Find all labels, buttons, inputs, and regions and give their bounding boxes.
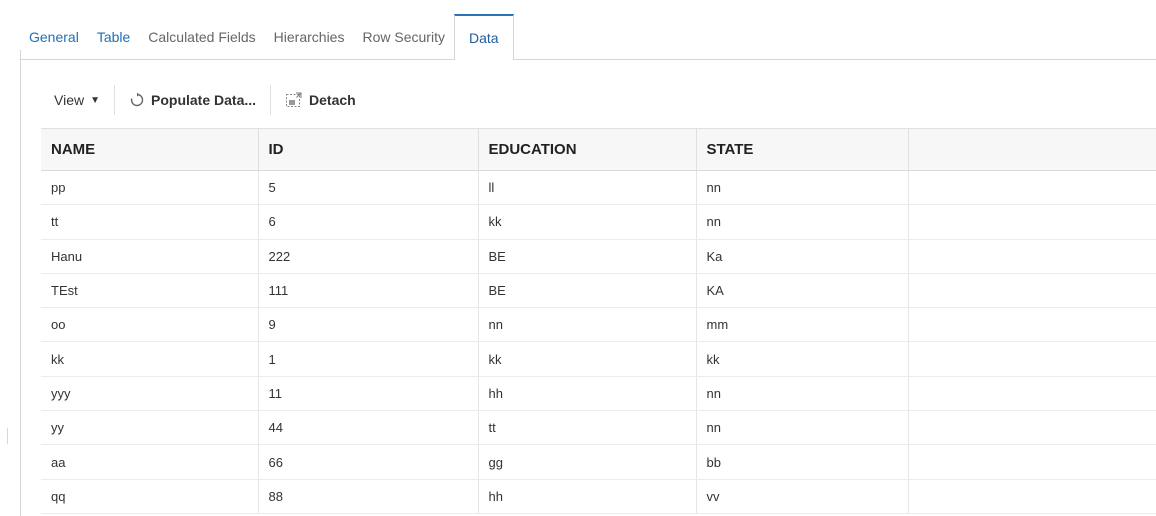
table-row[interactable]: yyy 11 hh nn bbox=[41, 376, 1156, 412]
cell-empty bbox=[908, 307, 1156, 343]
column-header-education[interactable]: EDUCATION bbox=[478, 128, 697, 171]
table-row[interactable]: tt 6 kk nn bbox=[41, 204, 1156, 240]
tab-hierarchies[interactable]: Hierarchies bbox=[265, 14, 354, 59]
column-header-state[interactable]: STATE bbox=[696, 128, 909, 171]
cell-education: nn bbox=[478, 307, 697, 343]
toolbar: View ▼ Populate Data... Detach bbox=[40, 74, 370, 126]
table-row[interactable]: pp 5 ll nn bbox=[41, 170, 1156, 206]
cell-name: oo bbox=[41, 307, 259, 343]
table-row[interactable]: oo 9 nn mm bbox=[41, 307, 1156, 343]
cell-name: pp bbox=[41, 170, 259, 206]
data-table: NAME ID EDUCATION STATE pp 5 ll nn tt 6 … bbox=[41, 128, 1156, 514]
cell-name: yy bbox=[41, 410, 259, 446]
tab-bar: General Table Calculated Fields Hierarch… bbox=[20, 14, 1156, 60]
table-row[interactable]: Hanu 222 BE Ka bbox=[41, 239, 1156, 274]
cell-id: 6 bbox=[258, 204, 479, 240]
cell-id: 88 bbox=[258, 479, 479, 514]
cell-name: TEst bbox=[41, 273, 259, 309]
cell-state: nn bbox=[696, 204, 909, 240]
cell-id: 1 bbox=[258, 341, 479, 377]
cell-education: BE bbox=[478, 239, 697, 274]
cell-education: tt bbox=[478, 410, 697, 446]
cell-education: BE bbox=[478, 273, 697, 309]
cell-state: bb bbox=[696, 444, 909, 480]
cell-id: 5 bbox=[258, 170, 479, 206]
column-header-empty bbox=[908, 128, 1156, 171]
tab-calculated-fields[interactable]: Calculated Fields bbox=[139, 14, 264, 59]
cell-id: 11 bbox=[258, 376, 479, 412]
cell-name: tt bbox=[41, 204, 259, 240]
cell-name: Hanu bbox=[41, 239, 259, 274]
cell-empty bbox=[908, 376, 1156, 412]
column-header-name[interactable]: NAME bbox=[41, 128, 259, 171]
cell-name: yyy bbox=[41, 376, 259, 412]
detach-icon bbox=[285, 91, 303, 109]
cell-id: 222 bbox=[258, 239, 479, 274]
cell-education: ll bbox=[478, 170, 697, 206]
column-header-id[interactable]: ID bbox=[258, 128, 479, 171]
table-row[interactable]: aa 66 gg bb bbox=[41, 444, 1156, 480]
cell-empty bbox=[908, 170, 1156, 206]
data-tab-panel: General Table Calculated Fields Hierarch… bbox=[0, 0, 1156, 516]
view-menu-label: View bbox=[54, 92, 85, 108]
cell-name: kk bbox=[41, 341, 259, 377]
table-row[interactable]: kk 1 kk kk bbox=[41, 341, 1156, 377]
cell-state: mm bbox=[696, 307, 909, 343]
cell-id: 66 bbox=[258, 444, 479, 480]
cell-education: gg bbox=[478, 444, 697, 480]
cell-state: nn bbox=[696, 376, 909, 412]
detach-label: Detach bbox=[309, 92, 356, 108]
cell-empty bbox=[908, 341, 1156, 377]
cell-empty bbox=[908, 273, 1156, 309]
cell-education: kk bbox=[478, 341, 697, 377]
tab-row-security[interactable]: Row Security bbox=[353, 14, 453, 59]
cell-empty bbox=[908, 479, 1156, 514]
tab-table[interactable]: Table bbox=[88, 14, 139, 59]
view-menu-button[interactable]: View ▼ bbox=[40, 74, 114, 126]
refresh-icon bbox=[129, 92, 145, 108]
cell-state: vv bbox=[696, 479, 909, 514]
populate-data-button[interactable]: Populate Data... bbox=[115, 74, 270, 126]
cell-id: 44 bbox=[258, 410, 479, 446]
table-row[interactable]: qq 88 hh vv bbox=[41, 479, 1156, 514]
caret-down-icon: ▼ bbox=[90, 94, 100, 106]
cell-id: 111 bbox=[258, 273, 479, 309]
cell-state: KA bbox=[696, 273, 909, 309]
detach-button[interactable]: Detach bbox=[271, 74, 370, 126]
panel-left-border bbox=[20, 50, 21, 516]
table-row[interactable]: yy 44 tt nn bbox=[41, 410, 1156, 446]
cell-name: qq bbox=[41, 479, 259, 514]
cell-state: kk bbox=[696, 341, 909, 377]
cell-empty bbox=[908, 444, 1156, 480]
cell-empty bbox=[908, 204, 1156, 240]
populate-data-label: Populate Data... bbox=[151, 92, 257, 108]
cell-education: hh bbox=[478, 376, 697, 412]
cell-empty bbox=[908, 410, 1156, 446]
cell-state: nn bbox=[696, 170, 909, 206]
cell-state: nn bbox=[696, 410, 909, 446]
panel-splitter-handle[interactable] bbox=[7, 428, 8, 444]
cell-state: Ka bbox=[696, 239, 909, 274]
cell-name: aa bbox=[41, 444, 259, 480]
tab-general[interactable]: General bbox=[20, 14, 88, 59]
tab-data[interactable]: Data bbox=[453, 14, 514, 60]
table-header-row: NAME ID EDUCATION STATE bbox=[41, 128, 1156, 171]
cell-education: hh bbox=[478, 479, 697, 514]
cell-id: 9 bbox=[258, 307, 479, 343]
cell-empty bbox=[908, 239, 1156, 274]
cell-education: kk bbox=[478, 204, 697, 240]
table-row[interactable]: TEst 111 BE KA bbox=[41, 273, 1156, 309]
